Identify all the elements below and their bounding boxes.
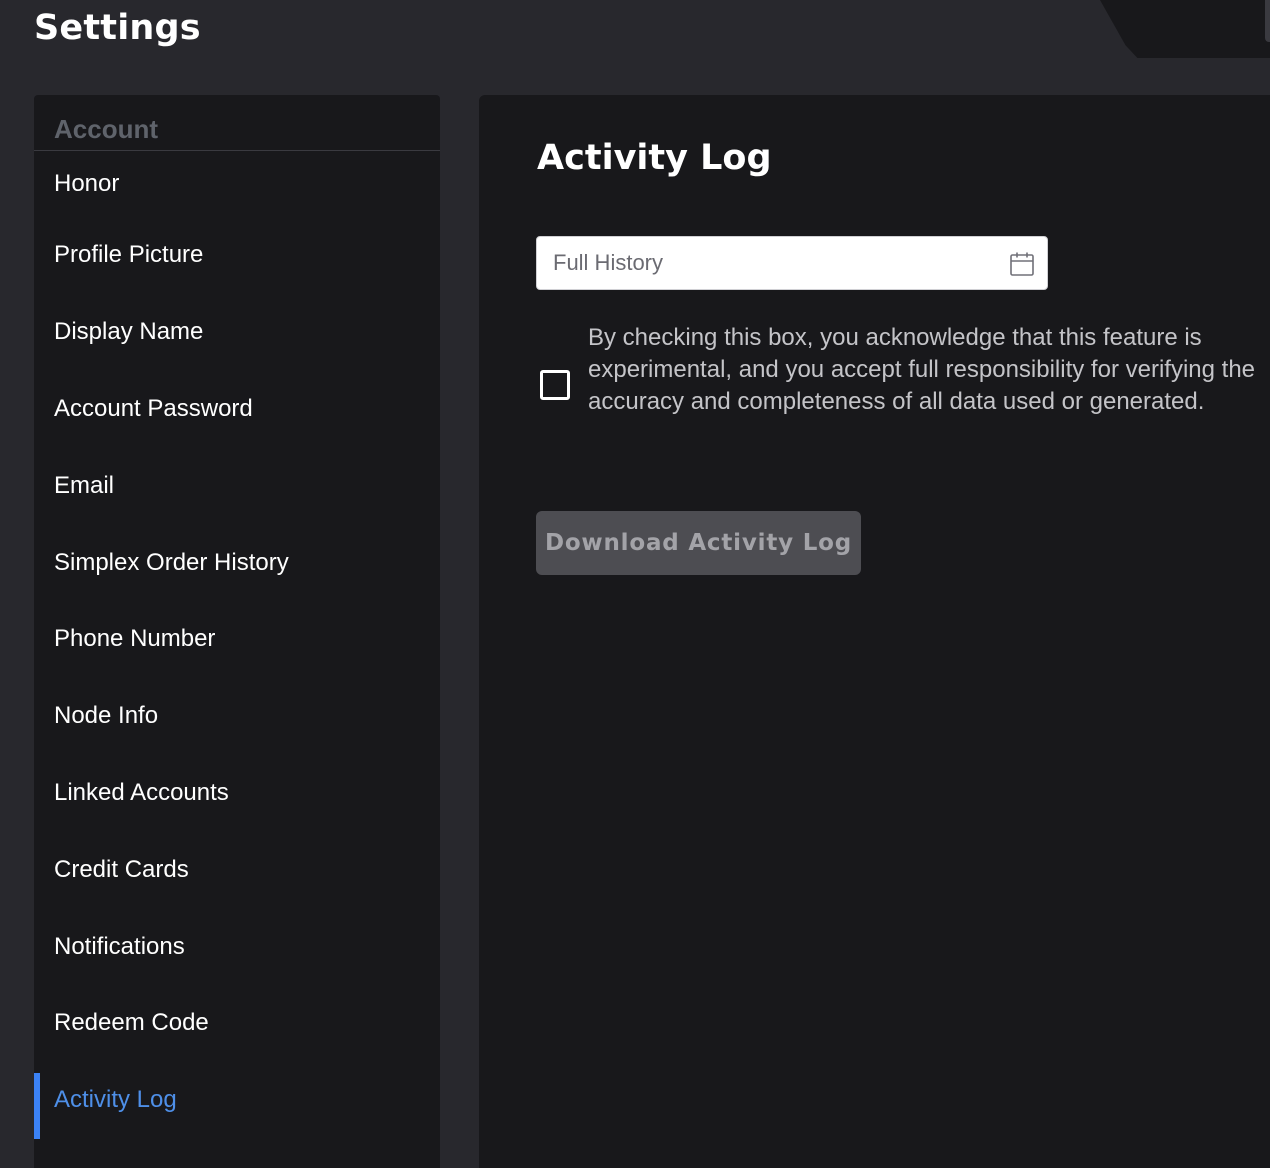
sidebar-item-label: Linked Accounts bbox=[54, 778, 229, 806]
section-title: Activity Log bbox=[537, 138, 772, 178]
top-right-nub bbox=[1265, 0, 1270, 42]
sidebar-item-node-info[interactable]: Node Info bbox=[34, 678, 440, 755]
download-activity-log-button[interactable]: Download Activity Log bbox=[536, 511, 861, 575]
page-title: Settings bbox=[34, 8, 201, 48]
top-right-decoration bbox=[1100, 0, 1270, 58]
settings-sidebar: Account Honor Profile Picture Display Na… bbox=[34, 95, 440, 1168]
sidebar-item-redeem-code[interactable]: Redeem Code bbox=[34, 985, 440, 1062]
sidebar-item-simplex-order-history[interactable]: Simplex Order History bbox=[34, 524, 440, 601]
sidebar-item-notifications[interactable]: Notifications bbox=[34, 908, 440, 985]
sidebar-item-label: Redeem Code bbox=[54, 1009, 209, 1037]
calendar-icon[interactable] bbox=[1009, 251, 1035, 277]
sidebar-item-label: Profile Picture bbox=[54, 241, 204, 269]
sidebar-item-label: Display Name bbox=[54, 318, 204, 346]
sidebar-item-honor[interactable]: Honor bbox=[34, 151, 440, 217]
sidebar-item-label: Account Password bbox=[54, 394, 253, 422]
sidebar-item-label: Email bbox=[54, 471, 115, 499]
sidebar-item-label: Credit Cards bbox=[54, 855, 189, 883]
sidebar-item-linked-accounts[interactable]: Linked Accounts bbox=[34, 755, 440, 832]
sidebar-item-label: Node Info bbox=[54, 702, 159, 730]
sidebar-item-profile-picture[interactable]: Profile Picture bbox=[34, 217, 440, 294]
consent-checkbox[interactable] bbox=[540, 370, 570, 400]
sidebar-item-display-name[interactable]: Display Name bbox=[34, 294, 440, 371]
sidebar-section-title: Account bbox=[34, 95, 440, 151]
date-range-input[interactable] bbox=[537, 249, 995, 277]
sidebar-item-activity-log[interactable]: Activity Log bbox=[34, 1062, 440, 1139]
sidebar-item-label: Honor bbox=[54, 170, 120, 197]
sidebar-item-email[interactable]: Email bbox=[34, 447, 440, 524]
sidebar-item-phone-number[interactable]: Phone Number bbox=[34, 601, 440, 678]
date-range-field[interactable] bbox=[536, 236, 1048, 290]
sidebar-item-credit-cards[interactable]: Credit Cards bbox=[34, 831, 440, 908]
sidebar-menu: Honor Profile Picture Display Name Accou… bbox=[34, 151, 440, 1139]
sidebar-item-label: Notifications bbox=[54, 932, 185, 960]
sidebar-item-label: Activity Log bbox=[54, 1086, 177, 1114]
sidebar-item-label: Simplex Order History bbox=[54, 548, 289, 576]
activity-log-panel: Activity Log By checking this box, you a… bbox=[479, 95, 1270, 1168]
settings-page: Settings Account Honor Profile Picture D… bbox=[0, 0, 1270, 1168]
consent-text: By checking this box, you acknowledge th… bbox=[588, 324, 1256, 415]
sidebar-item-label: Phone Number bbox=[54, 625, 216, 653]
sidebar-item-account-password[interactable]: Account Password bbox=[34, 371, 440, 448]
